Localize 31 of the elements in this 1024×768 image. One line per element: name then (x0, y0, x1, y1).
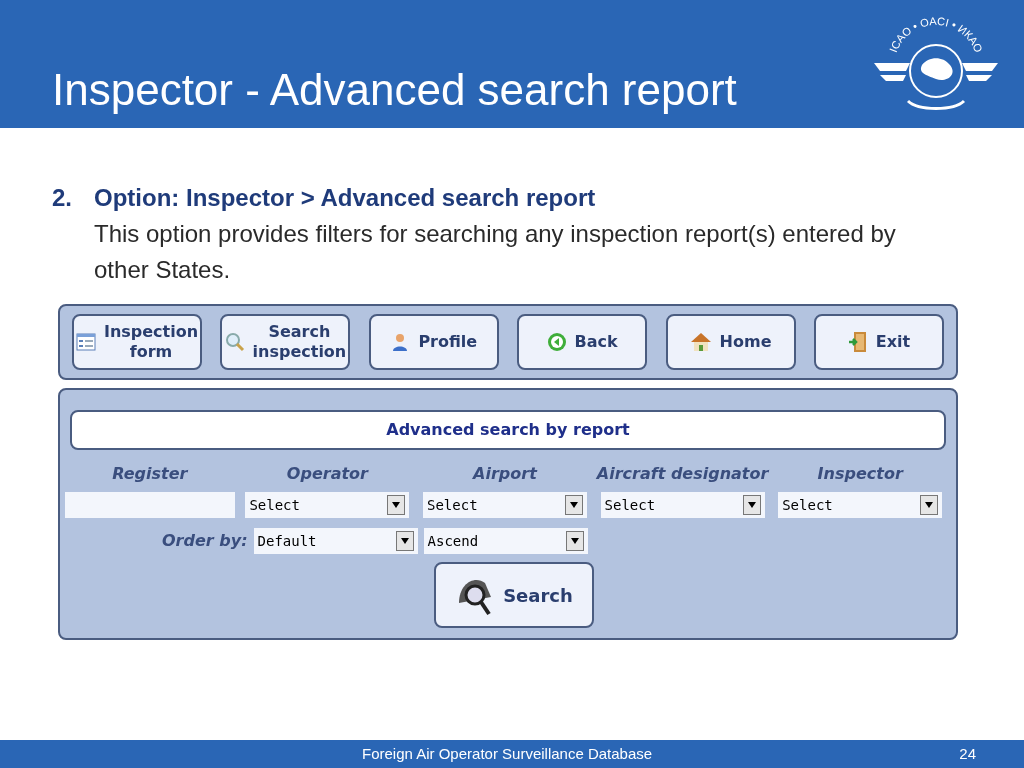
search-button[interactable]: Search (434, 562, 594, 628)
form-icon (75, 332, 96, 352)
filter-label: Register (112, 463, 188, 485)
toolbar-button[interactable]: Exit (813, 314, 944, 370)
footer-text: Foreign Air Operator Surveillance Database (362, 743, 653, 764)
toolbar-button[interactable]: Inspection form (72, 314, 202, 370)
select-field[interactable]: Select (778, 492, 943, 518)
filter-label: Aircraft designator (596, 463, 769, 485)
slide-title: Inspector - Advanced search report (52, 68, 737, 116)
magnifier-icon (224, 332, 245, 352)
toolbar-button[interactable]: Home (665, 314, 796, 370)
select-field[interactable]: Select (423, 492, 587, 518)
filter-label: Airport (473, 463, 537, 485)
toolbar-button[interactable]: Back (517, 314, 648, 370)
toolbar-button[interactable]: Search inspection (220, 314, 351, 370)
option-description: This option provides filters for searching any inspection report(s) entered by other States. (94, 219, 897, 285)
house-icon (689, 332, 712, 352)
select-field[interactable]: Select (245, 492, 410, 518)
select-field[interactable]: Ascend (423, 528, 588, 554)
filter-label: Operator (286, 463, 368, 485)
select-field[interactable]: Default (253, 528, 418, 554)
filter-label: Inspector (817, 463, 903, 485)
toolbar-button[interactable]: Profile (368, 314, 499, 370)
door-icon (847, 331, 868, 353)
select-field[interactable]: Select (600, 492, 765, 518)
register-field[interactable] (64, 492, 235, 518)
order-by-label: Order by: (162, 530, 248, 552)
list-number: 2. (52, 183, 72, 213)
page-number: 24 (959, 743, 976, 764)
panel-title: Advanced search by report (386, 419, 630, 441)
option-heading: Option: Inspector > Advanced search report (94, 183, 597, 213)
